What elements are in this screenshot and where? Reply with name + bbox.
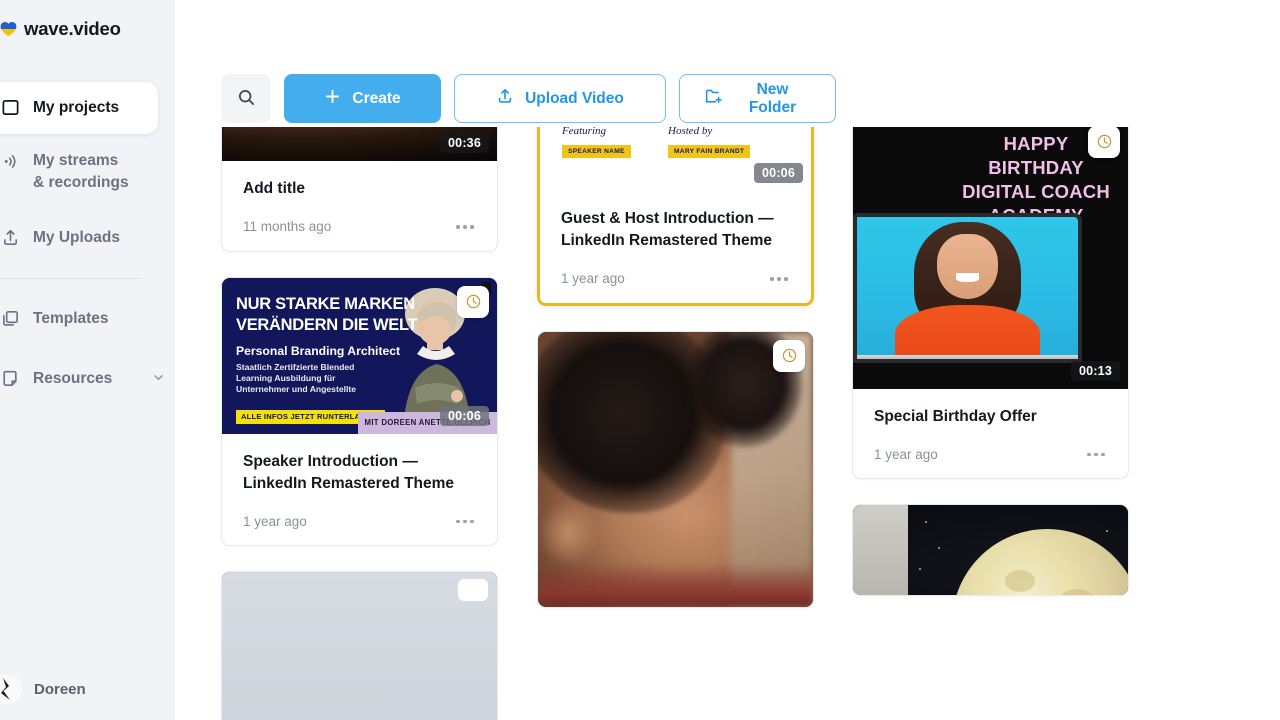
clock-icon[interactable] xyxy=(1088,125,1120,158)
project-card-moon-partial[interactable] xyxy=(852,504,1129,597)
chevron-down-icon[interactable] xyxy=(152,371,165,389)
thumbnail-artwork xyxy=(853,505,1128,596)
sidebar-item-my-streams-recordings[interactable]: My streams & recordings xyxy=(0,142,175,204)
templates-stack-icon xyxy=(0,308,20,328)
project-card-speaker-introduction[interactable]: NUR STARKE MARKEN VERÄNDERN DIE WELT Per… xyxy=(221,276,498,547)
project-thumbnail[interactable] xyxy=(538,331,813,607)
project-card-partial[interactable] xyxy=(221,571,498,720)
sidebar-item-label: My streams & recordings xyxy=(33,152,129,191)
thumbnail-laptop-mockup xyxy=(853,212,1082,363)
project-date: 1 year ago xyxy=(874,446,938,462)
create-button[interactable]: Create xyxy=(284,74,441,123)
more-options-icon[interactable] xyxy=(454,514,476,530)
sidebar-item-label: My projects xyxy=(33,99,120,116)
main-content: 00:36 Add title 11 months ago NUR STARKE… xyxy=(175,0,1280,720)
search-icon xyxy=(237,88,256,110)
thumbnail-body-text: Staatlich Zertifzierte Blended Learning … xyxy=(236,361,357,395)
thumbnail-host-chip: MARY FAIN BRANDT xyxy=(668,145,751,158)
ukraine-heart-icon xyxy=(0,21,17,37)
upload-arrow-icon xyxy=(496,87,514,110)
upload-video-button[interactable]: Upload Video xyxy=(454,74,666,123)
sidebar-divider xyxy=(0,278,142,279)
thumbnail-speaker-chip: SPEAKER NAME xyxy=(562,145,631,158)
project-card-footer: 1 year ago xyxy=(561,271,790,287)
duration-badge: 00:06 xyxy=(754,163,803,183)
project-date: 11 months ago xyxy=(243,219,332,235)
sidebar-item-my-projects[interactable]: My projects xyxy=(0,82,158,134)
project-card-footer: 11 months ago xyxy=(243,219,476,235)
upload-cloud-icon xyxy=(0,227,20,247)
clock-icon[interactable] xyxy=(773,339,805,372)
project-thumbnail[interactable]: NUR STARKE MARKEN VERÄNDERN DIE WELT Per… xyxy=(222,277,497,434)
thumbnail-subline: Personal Branding Architect xyxy=(236,343,401,358)
toolbar: Create Upload Video New Folder xyxy=(221,74,836,123)
project-title: Add title xyxy=(243,180,305,197)
project-card-body: Special Birthday Offer 1 year ago xyxy=(853,389,1128,479)
thumbnail-featuring-block: Featuring SPEAKER NAME xyxy=(562,125,631,158)
project-thumbnail[interactable] xyxy=(853,505,1128,596)
folder-plus-icon xyxy=(704,87,723,111)
resources-page-icon xyxy=(0,368,20,388)
sidebar-item-resources[interactable]: Resources xyxy=(0,353,175,405)
project-card-body: Speaker Introduction — LinkedIn Remaster… xyxy=(222,434,497,546)
project-date: 1 year ago xyxy=(561,271,625,287)
new-folder-button[interactable]: New Folder xyxy=(679,74,836,123)
sidebar-item-label: Resources xyxy=(33,370,113,387)
upload-video-label: Upload Video xyxy=(525,89,624,107)
plus-icon xyxy=(324,88,341,110)
project-card-footer: 1 year ago xyxy=(874,447,1107,463)
project-title: Guest & Host Introduction — LinkedIn Rem… xyxy=(561,210,774,249)
clock-badge-placeholder xyxy=(458,579,488,602)
project-card-special-birthday-offer[interactable]: HAPPY BIRTHDAY DIGITAL COACH ACADEMY xyxy=(852,116,1129,480)
sidebar-nav: My projects My streams & recordings My U… xyxy=(0,82,175,413)
thumbnail-artwork xyxy=(538,331,813,607)
thumbnail-artwork: HAPPY BIRTHDAY DIGITAL COACH ACADEMY xyxy=(853,117,1128,389)
sidebar-user-name: Doreen xyxy=(34,680,86,698)
sidebar-item-label: Templates xyxy=(33,310,109,327)
thumbnail-artwork xyxy=(222,572,497,720)
new-folder-label: New Folder xyxy=(748,80,797,116)
app-logo-text: wave.video xyxy=(24,18,121,39)
project-title: Speaker Introduction — LinkedIn Remaster… xyxy=(243,452,455,492)
duration-badge: 00:06 xyxy=(440,405,489,426)
app-logo[interactable]: wave.video xyxy=(0,18,121,40)
avatar xyxy=(0,674,22,704)
sidebar-item-templates[interactable]: Templates xyxy=(0,293,175,345)
create-button-label: Create xyxy=(352,89,401,107)
more-options-icon[interactable] xyxy=(768,271,790,287)
more-options-icon[interactable] xyxy=(1085,447,1107,463)
sidebar-user-profile[interactable]: Doreen xyxy=(0,666,175,712)
search-button[interactable] xyxy=(221,74,271,123)
square-projects-icon xyxy=(0,97,20,117)
more-options-icon[interactable] xyxy=(454,219,476,235)
project-card-body: Add title 11 months ago xyxy=(222,161,497,251)
app-root: wave.video My projects My streams & reco… xyxy=(0,0,1280,720)
project-card-body: Guest & Host Introduction — LinkedIn Rem… xyxy=(540,191,811,303)
duration-badge: 00:13 xyxy=(1071,360,1120,381)
thumbnail-headline: NUR STARKE MARKEN VERÄNDERN DIE WELT xyxy=(236,294,418,334)
project-date: 1 year ago xyxy=(243,513,307,529)
project-title: Special Birthday Offer xyxy=(874,407,1037,425)
project-thumbnail[interactable]: HAPPY BIRTHDAY DIGITAL COACH ACADEMY xyxy=(853,117,1128,389)
sidebar-item-my-uploads[interactable]: My Uploads xyxy=(0,212,175,264)
sidebar-item-label: My Uploads xyxy=(33,229,120,246)
project-card-portrait[interactable] xyxy=(537,330,814,608)
duration-badge: 00:36 xyxy=(440,133,489,153)
broadcast-icon xyxy=(0,151,20,171)
thumbnail-hosted-block: Hosted by MARY FAIN BRANDT xyxy=(668,125,751,158)
sidebar: wave.video My projects My streams & reco… xyxy=(0,0,175,720)
project-card-footer: 1 year ago xyxy=(243,514,476,530)
clock-icon[interactable] xyxy=(457,285,489,318)
project-thumbnail[interactable] xyxy=(222,572,497,720)
